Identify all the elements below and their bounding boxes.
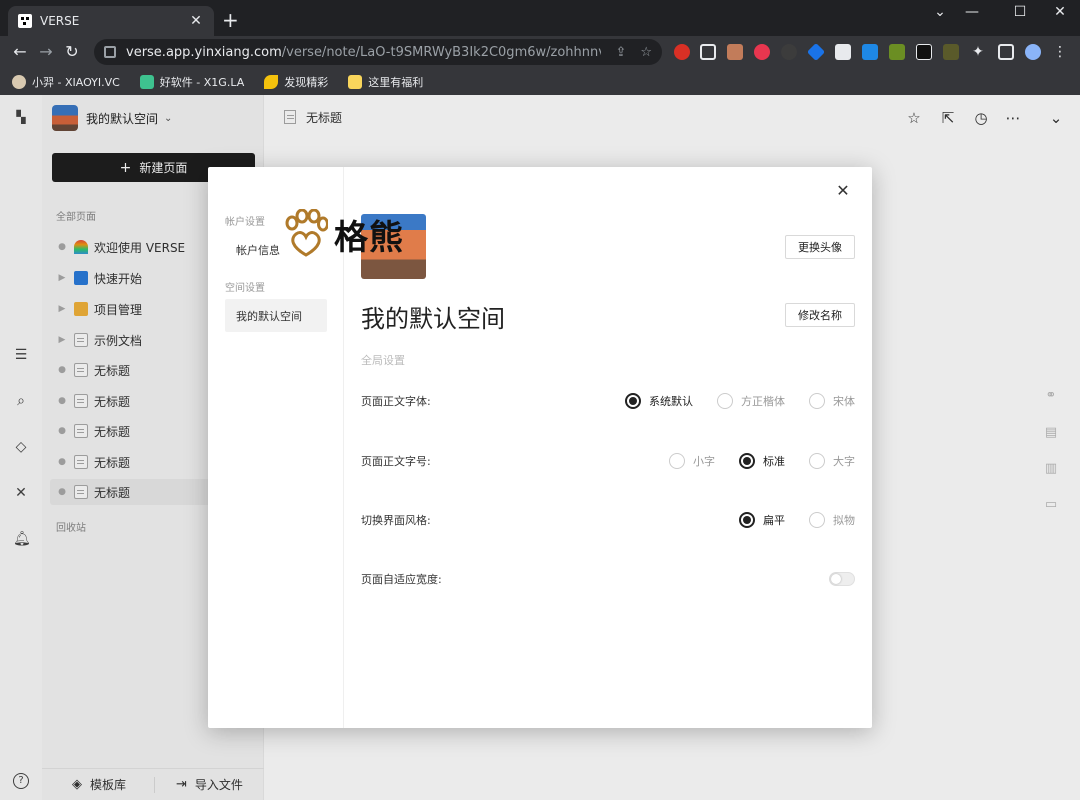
radio-font-kaiti[interactable]: 方正楷体 — [717, 393, 785, 409]
body-size-options: 小字 标准 大字 — [645, 453, 855, 469]
radio-checked-icon — [625, 393, 641, 409]
browser-chrome: VERSE ✕ + ⌄ — ☐ ✕ ← → ↻ verse.app.yinxia… — [0, 0, 1080, 95]
bookmark-xiaoyi[interactable]: 小羿 - XIAOYI.VC — [12, 74, 120, 90]
radio-unchecked-icon — [809, 393, 825, 409]
extension-icon-7[interactable] — [835, 44, 851, 60]
adblock-extension-icon[interactable] — [674, 44, 690, 60]
paw-logo-icon — [285, 209, 328, 257]
reload-icon[interactable]: ↻ — [62, 42, 82, 61]
body-font-options: 系统默认 方正楷体 宋体 — [601, 393, 855, 409]
browser-toolbar: ← → ↻ verse.app.yinxiang.com/verse/note/… — [0, 36, 1080, 68]
account-settings-group: 帐户设置 — [225, 217, 265, 228]
setting-body-size: 页面正文字号: 小字 标准 大字 — [361, 451, 855, 471]
radio-size-standard[interactable]: 标准 — [739, 453, 785, 469]
bookmark-x1g[interactable]: 好软件 - X1G.LA — [139, 74, 244, 90]
radio-checked-icon — [739, 453, 755, 469]
change-avatar-button[interactable]: 更换头像 — [785, 235, 855, 259]
maximize-icon[interactable]: ☐ — [1010, 4, 1030, 20]
extension-icon-2[interactable] — [700, 44, 716, 60]
ui-style-options: 扁平 拟物 — [715, 512, 855, 528]
adaptive-width-toggle[interactable] — [829, 572, 855, 586]
body-font-label: 页面正文字体: — [361, 395, 431, 408]
extensions-puzzle-icon[interactable]: ✦ — [970, 44, 986, 60]
extension-icon-8[interactable] — [862, 44, 878, 60]
layers-extension-icon[interactable] — [806, 42, 826, 62]
forward-icon[interactable]: → — [36, 42, 56, 61]
radio-style-skeuomorphic[interactable]: 拟物 — [809, 512, 855, 528]
new-tab-button[interactable]: + — [222, 10, 239, 30]
setting-body-font: 页面正文字体: 系统默认 方正楷体 宋体 — [361, 391, 855, 411]
setting-adaptive-width: 页面自适应宽度: — [361, 569, 855, 589]
url-text: verse.app.yinxiang.com/verse/note/LaO-t9… — [126, 44, 601, 60]
lock-icon — [104, 46, 116, 58]
setting-ui-style: 切换界面风格: 扁平 拟物 — [361, 510, 855, 530]
radio-size-small[interactable]: 小字 — [669, 453, 715, 469]
space-title: 我的默认空间 — [361, 305, 505, 333]
profile-avatar[interactable] — [1025, 44, 1041, 60]
watermark-text: 格熊 — [334, 217, 404, 258]
bookmarks-bar: 小羿 - XIAOYI.VC 好软件 - X1G.LA 发现精彩 这里有福利 — [0, 68, 1080, 95]
radio-unchecked-icon — [809, 512, 825, 528]
space-settings-group: 空间设置 — [225, 283, 265, 294]
rename-button[interactable]: 修改名称 — [785, 303, 855, 327]
tab-search-icon[interactable]: ⌄ — [930, 4, 950, 20]
markdown-extension-icon[interactable] — [916, 44, 932, 60]
discover-favicon-icon — [264, 74, 279, 89]
radio-checked-icon — [739, 512, 755, 528]
x1g-favicon-icon — [139, 74, 154, 89]
bookmark-discover[interactable]: 发现精彩 — [264, 74, 328, 90]
global-settings-label: 全局设置 — [361, 354, 405, 367]
side-panel-icon[interactable] — [998, 44, 1014, 60]
extension-icon-9[interactable] — [889, 44, 905, 60]
folder-icon — [348, 74, 363, 89]
share-icon[interactable]: ⇪ — [615, 45, 626, 60]
radio-font-songti[interactable]: 宋体 — [809, 393, 855, 409]
radio-style-flat[interactable]: 扁平 — [739, 512, 785, 528]
back-icon[interactable]: ← — [10, 42, 30, 61]
radio-unchecked-icon — [809, 453, 825, 469]
browser-menu-icon[interactable]: ⋮ — [1052, 44, 1068, 60]
address-bar[interactable]: verse.app.yinxiang.com/verse/note/LaO-t9… — [94, 39, 662, 65]
settings-content: 更换头像 我的默认空间 修改名称 全局设置 页面正文字体: 系统默认 方正楷体 … — [361, 167, 855, 728]
verse-favicon-icon — [18, 14, 32, 28]
extension-icon-3[interactable] — [727, 44, 743, 60]
tab-title: VERSE — [40, 14, 80, 28]
window-close-icon[interactable]: ✕ — [1050, 4, 1070, 20]
tab-close-icon[interactable]: ✕ — [188, 13, 204, 29]
watermark-logo: 格熊 — [284, 209, 404, 259]
radio-unchecked-icon — [669, 453, 685, 469]
ui-style-label: 切换界面风格: — [361, 514, 431, 527]
radio-unchecked-icon — [717, 393, 733, 409]
heart-extension-icon[interactable] — [754, 44, 770, 60]
minimize-icon[interactable]: — — [962, 4, 982, 20]
extension-icon-11[interactable] — [943, 44, 959, 60]
radio-size-large[interactable]: 大字 — [809, 453, 855, 469]
adaptive-width-label: 页面自适应宽度: — [361, 573, 442, 586]
browser-tab-verse[interactable]: VERSE ✕ — [8, 6, 214, 36]
bookmark-star-icon[interactable]: ☆ — [640, 45, 652, 60]
bookmark-folder-benefits[interactable]: 这里有福利 — [348, 74, 423, 90]
settings-nav-default-space[interactable]: 我的默认空间 — [225, 299, 327, 332]
xiaoyi-avatar-icon — [12, 74, 26, 89]
dark-mode-extension-icon[interactable] — [781, 44, 797, 60]
radio-font-system[interactable]: 系统默认 — [625, 393, 693, 409]
body-size-label: 页面正文字号: — [361, 455, 431, 468]
tab-strip: VERSE ✕ + ⌄ — ☐ ✕ — [0, 0, 1080, 36]
